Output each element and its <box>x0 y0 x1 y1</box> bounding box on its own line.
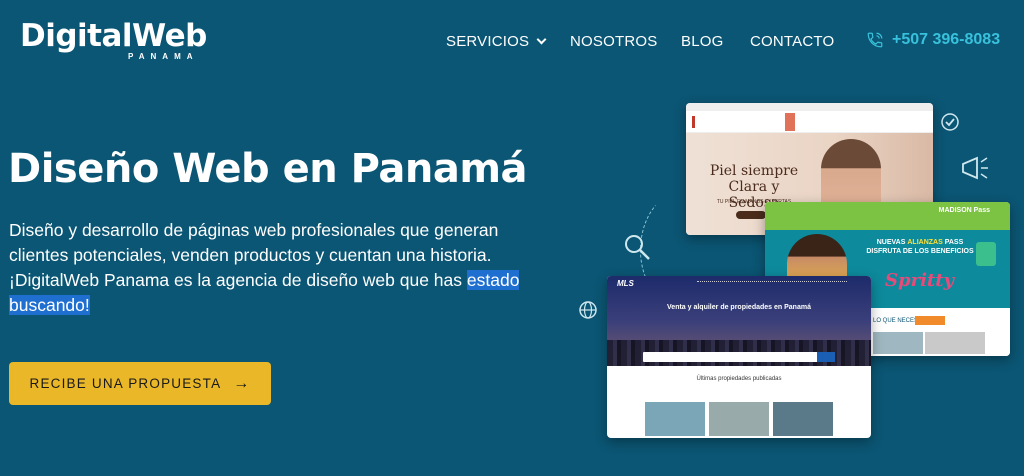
mockup-list-title: Últimas propiedades publicadas <box>696 376 782 382</box>
mockup-button <box>736 211 766 219</box>
property-thumb <box>773 402 833 436</box>
mockup-orange-button <box>915 316 945 325</box>
mockup-nav-button <box>785 113 795 131</box>
hero-description: Diseño y desarrollo de páginas web profe… <box>9 220 520 315</box>
megaphone-icon <box>962 156 988 180</box>
mockup-image <box>925 332 985 354</box>
mockup-brand: MADISON Pass <box>938 207 990 214</box>
cta-button[interactable]: RECIBE UNA PROPUESTA → <box>9 362 271 405</box>
mockup-script-text: Spritty <box>885 270 954 291</box>
chevron-down-icon <box>536 34 547 45</box>
nav-nosotros[interactable]: NOSOTROS <box>570 33 657 50</box>
logo-subtitle: PANAMA <box>128 52 199 61</box>
browser-bar <box>686 103 933 111</box>
property-thumb <box>645 402 705 436</box>
cta-label: RECIBE UNA PROPUESTA <box>29 376 222 391</box>
phone-icon <box>867 32 883 48</box>
globe-icon <box>579 301 597 319</box>
mockup-image <box>873 332 923 354</box>
mockup-search <box>643 352 835 362</box>
mockup-logo <box>692 116 732 128</box>
mockup-title: Venta y alquiler de propiedades en Panam… <box>667 304 811 311</box>
logo[interactable]: DigitalWeb PANAMA <box>20 18 207 61</box>
site-header: DigitalWeb PANAMA SERVICIOS NOSOTROS BLO… <box>0 0 1024 84</box>
shopping-bag-icon <box>976 242 996 266</box>
mockup-mls: MLS Venta y alquiler de propiedades en P… <box>607 276 871 438</box>
property-thumb <box>709 402 769 436</box>
check-circle-icon <box>941 113 959 131</box>
mockup-promo-text: NUEVAS ALIANZAS PASS DISFRUTA DE LOS BEN… <box>866 239 974 255</box>
mockup-logo: MLS <box>617 279 634 288</box>
mockup-topbar: MADISON Pass <box>765 202 1010 230</box>
nav-servicios[interactable]: SERVICIOS <box>446 33 547 50</box>
nav-contacto[interactable]: CONTACTO <box>750 33 834 50</box>
hero-title: Diseño Web en Panamá <box>8 146 528 192</box>
logo-wordmark: DigitalWeb <box>20 18 207 54</box>
phone-number: +507 396-8083 <box>892 31 1001 48</box>
search-icon <box>625 235 650 260</box>
phone-link[interactable]: +507 396-8083 <box>866 31 1000 49</box>
arrow-right-icon: → <box>233 374 251 392</box>
mockup-nav <box>697 281 847 284</box>
mockup-nav <box>686 111 933 133</box>
mockup-search-button <box>817 352 835 362</box>
nav-blog[interactable]: BLOG <box>681 33 723 50</box>
